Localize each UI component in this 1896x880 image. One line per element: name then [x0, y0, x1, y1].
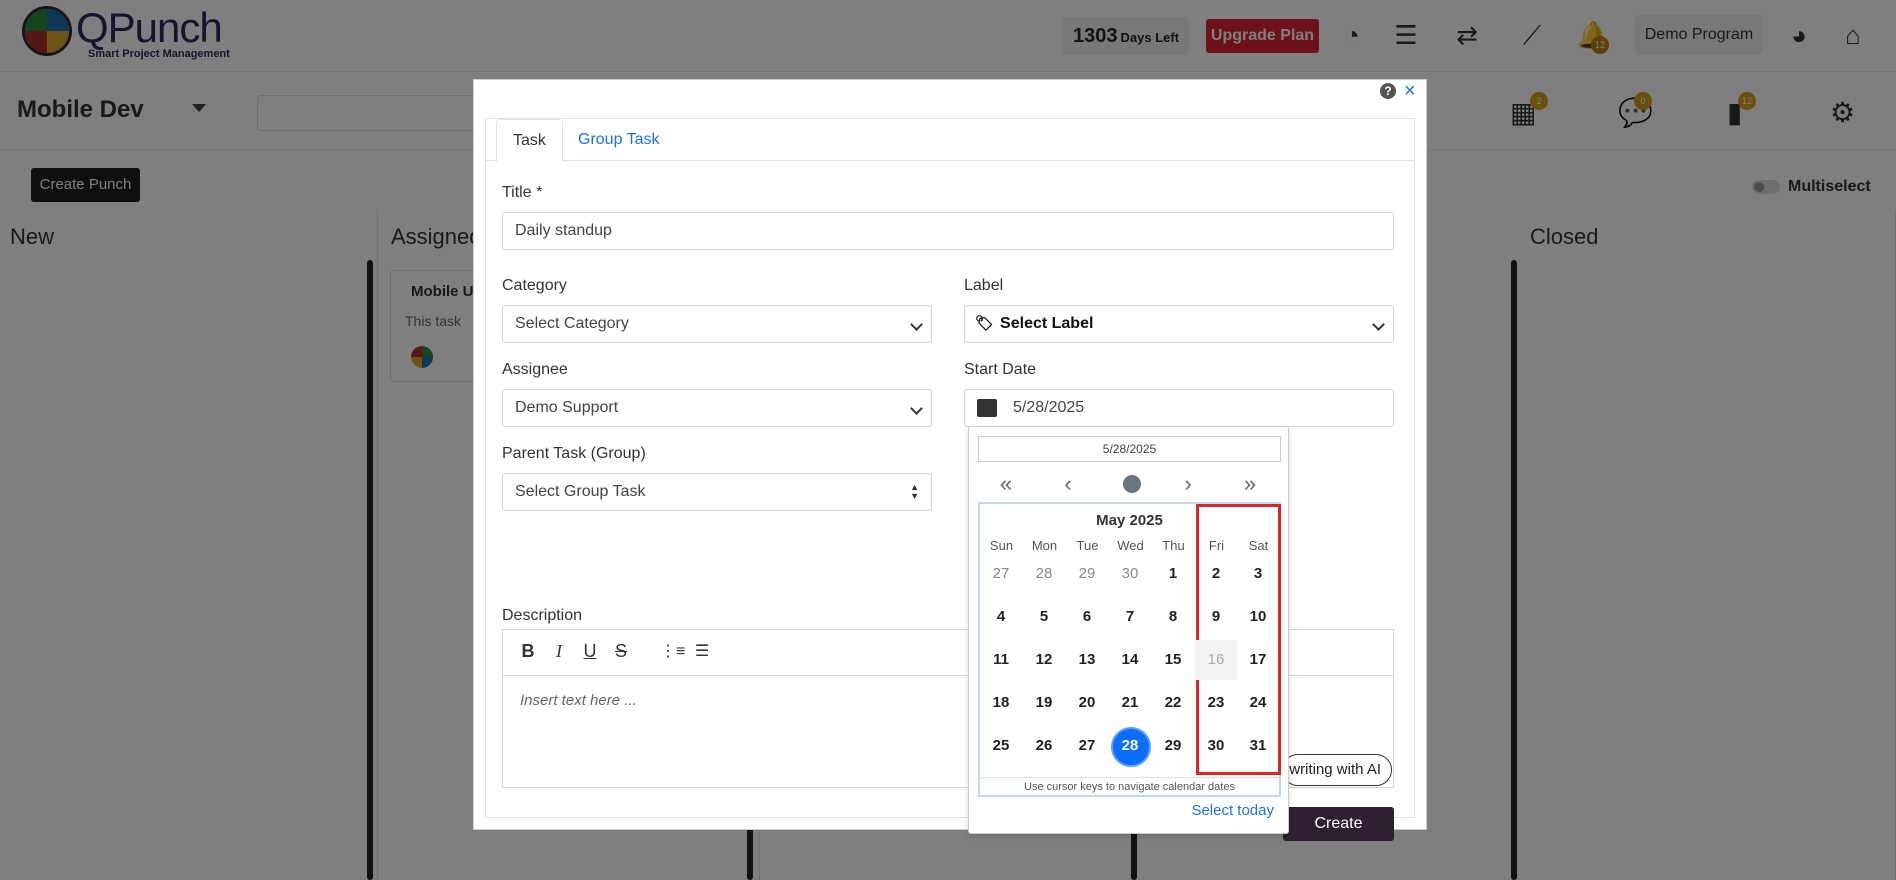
bullet-list-icon[interactable]: ☰	[691, 641, 713, 661]
calendar-day[interactable]: 24	[1237, 683, 1279, 723]
tab-group-task[interactable]: Group Task	[562, 119, 676, 161]
help-icon[interactable]: ?	[1380, 83, 1396, 99]
label-select[interactable]: 🏷 Select Label	[964, 305, 1394, 343]
calendar-day[interactable]: 17	[1237, 640, 1279, 680]
prev-year-icon[interactable]: «	[991, 473, 1021, 495]
assignee-label: Assignee	[502, 361, 568, 378]
label-label: Label	[964, 277, 1004, 294]
weekday-header: Thu	[1162, 538, 1185, 553]
calendar-day[interactable]: 3	[1237, 554, 1279, 594]
calendar-day[interactable]: 23	[1195, 683, 1237, 723]
start-date-input[interactable]: 5/28/2025	[964, 389, 1394, 427]
calendar-day[interactable]: 2	[1195, 554, 1237, 594]
title-label: Title *	[502, 184, 543, 201]
parent-task-value: Select Group Task	[515, 483, 646, 500]
create-button[interactable]: Create	[1283, 807, 1394, 841]
tag-icon: 🏷	[975, 315, 995, 332]
calendar-day[interactable]: 31	[1237, 726, 1279, 766]
strikethrough-icon[interactable]: S	[610, 641, 632, 662]
description-label: Description	[502, 607, 583, 624]
label-value: Select Label	[1000, 315, 1094, 332]
close-icon[interactable]: ×	[1404, 81, 1416, 101]
weekday-header: Wed	[1117, 538, 1144, 553]
bold-icon[interactable]: B	[517, 641, 539, 662]
italic-icon[interactable]: I	[548, 641, 570, 662]
start-date-label: Start Date	[964, 361, 1037, 378]
calendar-day[interactable]: 18	[980, 683, 1022, 723]
calendar-day[interactable]: 28	[1109, 726, 1151, 767]
calendar-day[interactable]: 29	[1066, 554, 1108, 594]
calendar-day[interactable]: 12	[1023, 640, 1065, 680]
ordered-list-icon[interactable]: ⋮≡	[660, 641, 685, 661]
category-label: Category	[502, 277, 567, 294]
calendar-day[interactable]: 1	[1152, 554, 1194, 594]
next-year-icon[interactable]: »	[1235, 473, 1265, 495]
assignee-select[interactable]: Demo Support	[502, 389, 932, 427]
calendar-day[interactable]: 15	[1152, 640, 1194, 680]
parent-task-select[interactable]: Select Group Task ▲ ▼	[502, 473, 932, 511]
calendar-hint: Use cursor keys to navigate calendar dat…	[980, 777, 1279, 793]
parent-task-label: Parent Task (Group)	[502, 445, 646, 462]
tab-task[interactable]: Task	[496, 119, 563, 162]
calendar-day[interactable]: 9	[1195, 597, 1237, 637]
calendar-day[interactable]: 22	[1152, 683, 1194, 723]
calendar-day[interactable]: 25	[980, 726, 1022, 766]
assignee-value: Demo Support	[515, 399, 619, 416]
weekday-header: Mon	[1031, 538, 1058, 553]
calendar-day[interactable]: 4	[980, 597, 1022, 637]
write-with-ai-button[interactable]: writing with AI	[1282, 754, 1392, 786]
current-month-icon[interactable]	[1123, 475, 1141, 493]
calendar-day[interactable]: 5	[1023, 597, 1065, 637]
modal-tabs: Task Group Task	[486, 119, 1414, 162]
calendar-day[interactable]: 26	[1023, 726, 1065, 766]
updown-icon: ▲ ▼	[910, 482, 919, 501]
editor-placeholder: Insert text here ...	[520, 692, 637, 709]
calendar-icon	[977, 399, 997, 417]
date-picker-value: 5/28/2025	[978, 436, 1281, 462]
prev-month-icon[interactable]: ‹	[1053, 473, 1083, 495]
chevron-down-icon	[910, 402, 923, 415]
calendar-day[interactable]: 27	[1066, 726, 1108, 766]
weekday-header: Tue	[1076, 538, 1099, 553]
calendar-day[interactable]: 30	[1109, 554, 1151, 594]
chevron-down-icon	[1372, 318, 1385, 331]
title-input[interactable]: Daily standup	[502, 212, 1394, 250]
select-today-link[interactable]: Select today	[1191, 802, 1274, 819]
calendar-day[interactable]: 8	[1152, 597, 1194, 637]
calendar-day[interactable]: 6	[1066, 597, 1108, 637]
chevron-down-icon	[910, 318, 923, 331]
calendar-day[interactable]: 29	[1152, 726, 1194, 766]
calendar-day[interactable]: 11	[980, 640, 1022, 680]
category-select[interactable]: Select Category	[502, 305, 932, 343]
calendar-day: 16	[1195, 640, 1237, 680]
calendar-day[interactable]: 10	[1237, 597, 1279, 637]
calendar-day[interactable]: 21	[1109, 683, 1151, 723]
calendar-day[interactable]: 20	[1066, 683, 1108, 723]
calendar-day[interactable]: 7	[1109, 597, 1151, 637]
calendar-day[interactable]: 13	[1066, 640, 1108, 680]
next-month-icon[interactable]: ›	[1173, 473, 1203, 495]
calendar-day[interactable]: 27	[980, 554, 1022, 594]
category-value: Select Category	[515, 315, 629, 332]
calendar-day[interactable]: 30	[1195, 726, 1237, 766]
start-date-value: 5/28/2025	[1013, 399, 1085, 416]
weekday-header: Sun	[989, 538, 1014, 553]
calendar-day[interactable]: 14	[1109, 640, 1151, 680]
underline-icon[interactable]: U	[579, 641, 601, 662]
calendar-day[interactable]: 28	[1023, 554, 1065, 594]
calendar-day[interactable]: 19	[1023, 683, 1065, 723]
